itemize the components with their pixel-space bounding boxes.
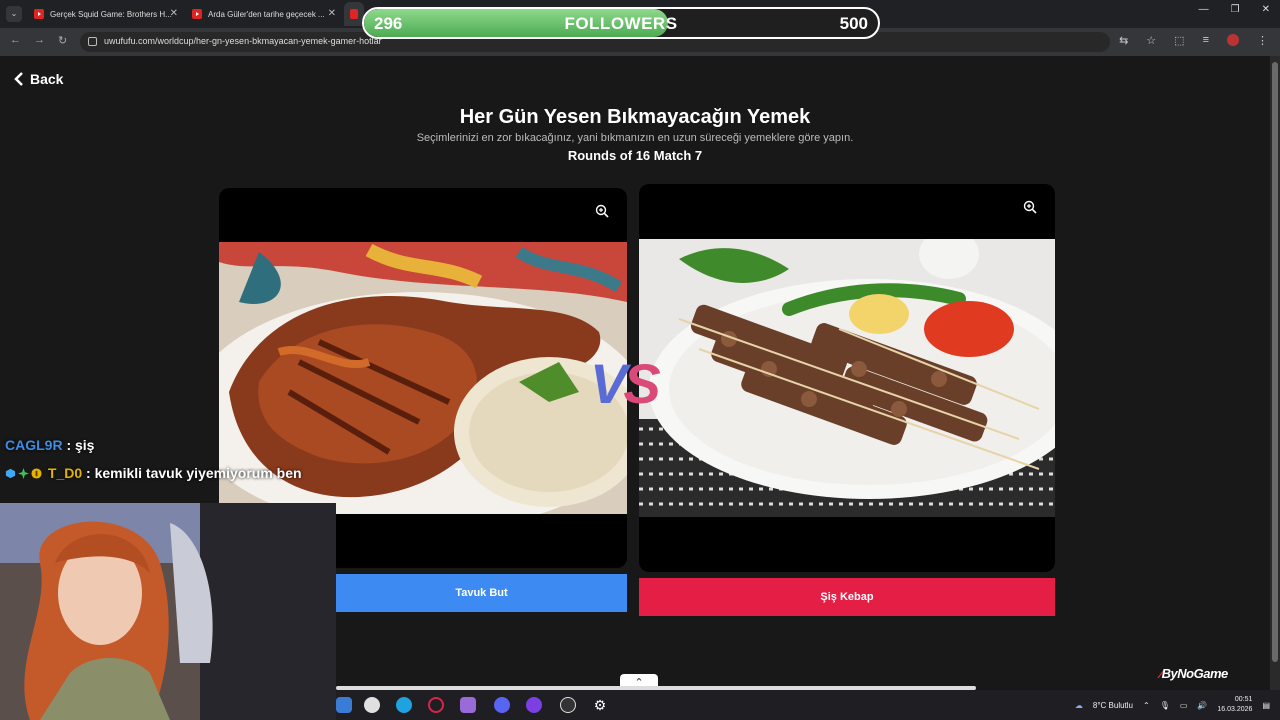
profile-avatar-icon[interactable] [1227, 34, 1239, 46]
copilot-icon[interactable] [460, 697, 476, 713]
reload-icon[interactable]: ↻ [58, 34, 67, 47]
choice-card-right[interactable] [639, 184, 1055, 572]
chat-text: : kemikli tavuk yiyemiyorum ben [86, 465, 302, 481]
network-icon[interactable]: ▭ [1180, 701, 1188, 710]
tab-title: Gerçek Squid Game: Brothers H... [50, 9, 172, 19]
url-text: uwufufu.com/worldcup/her-gn-yesen-bkmaya… [104, 36, 382, 46]
translate-icon[interactable]: ⇆ [1119, 34, 1128, 47]
twitch-studio-icon[interactable] [526, 697, 542, 713]
restore-icon[interactable]: ❐ [1231, 4, 1240, 15]
back-button[interactable]: Back [14, 71, 63, 87]
bits-badge-icon [31, 468, 42, 479]
youtube-icon [192, 9, 202, 19]
versus-letter: S [623, 352, 660, 415]
menu-icon[interactable]: ⋮ [1257, 34, 1268, 47]
round-info: Rounds of 16 Match 7 [567, 148, 703, 163]
chat-message: CAGL9R : şiş [5, 437, 94, 453]
cube-badge-icon [5, 468, 16, 479]
minimize-icon[interactable]: — [1199, 4, 1209, 15]
browser-tab[interactable]: Arda Güler'den tarihe geçecek ... ✕ [186, 2, 342, 26]
weather-icon[interactable]: ☁ [1075, 701, 1083, 710]
weather-text[interactable]: 8°C Bulutlu [1093, 701, 1133, 710]
opera-icon[interactable] [428, 697, 444, 713]
tray-overflow-icon[interactable]: ⌃ [1143, 701, 1150, 710]
window-controls: — ❐ ✕ [1199, 4, 1270, 15]
scrollbar-thumb[interactable] [1272, 62, 1278, 662]
screen: { "browser": { "tabs": [ {"title": "Gerç… [0, 0, 1280, 720]
browser-tab-active[interactable] [344, 2, 364, 26]
choice-button-right[interactable]: Şiş Kebap [639, 578, 1055, 616]
close-tab-icon[interactable]: ✕ [328, 8, 336, 19]
toolbar-icons: ⇆ ☆ ⬚ ≡ ⋮ [1119, 34, 1268, 47]
settings-gear-icon[interactable]: ⚙ [592, 697, 608, 713]
clock[interactable]: 00:51 16.03.2026 [1217, 695, 1252, 715]
discord-icon[interactable] [494, 697, 510, 713]
volume-icon[interactable]: 🔊 [1197, 701, 1207, 710]
back-label: Back [30, 71, 64, 87]
tab-title: Arda Güler'den tarihe geçecek ... [208, 9, 325, 19]
back-arrow-icon[interactable]: ← [10, 34, 21, 46]
choice-button-left[interactable]: Tavuk But [336, 574, 627, 612]
page-title: Her Gün Yesen Bıkmayacağın Yemek [459, 106, 811, 128]
microphone-icon[interactable]: 🎙 [1160, 701, 1170, 710]
site-info-icon[interactable] [88, 37, 97, 46]
browser-tab[interactable]: Gerçek Squid Game: Brothers H... ✕ [28, 2, 184, 26]
files-app-icon[interactable] [336, 697, 352, 713]
webcam-feed [0, 503, 336, 720]
chevron-left-icon [14, 72, 23, 86]
tab-list-button[interactable]: ⌄ [6, 6, 22, 22]
bookmark-star-icon[interactable]: ☆ [1146, 34, 1156, 47]
media-icon[interactable]: ≡ [1203, 34, 1209, 47]
forward-arrow-icon[interactable]: → [34, 34, 45, 46]
youtube-icon [34, 9, 44, 19]
clock-time: 00:51 [1234, 696, 1253, 703]
close-tab-icon[interactable]: ✕ [170, 8, 178, 19]
obs-icon[interactable] [560, 697, 576, 713]
extensions-icon[interactable]: ⬚ [1174, 34, 1184, 47]
bynogame-logo: ⁄ByNoGame [1160, 666, 1228, 681]
chat-message: T_D0 : kemikli tavuk yiyemiyorum ben [5, 465, 302, 481]
close-window-icon[interactable]: ✕ [1262, 4, 1270, 15]
logo-text: ByNoGame [1161, 666, 1229, 681]
chat-username: CAGL9R [5, 437, 63, 453]
page-subtitle: Seçimlerinizi en zor bıkacağınız, yani b… [416, 132, 854, 144]
notifications-icon[interactable]: ▤ [1262, 701, 1270, 710]
chrome-icon[interactable] [364, 697, 380, 713]
clock-date: 16.03.2026 [1217, 706, 1253, 713]
star-badge-icon [18, 468, 29, 479]
versus-label: VS [590, 351, 661, 416]
versus-letter: V [590, 352, 627, 415]
followers-label: FOLLOWERS [564, 14, 678, 33]
chat-username: T_D0 [47, 465, 83, 481]
system-tray: ☁ 8°C Bulutlu ⌃ 🎙 ▭ 🔊 00:51 16.03.2026 ▤ [1075, 695, 1270, 715]
zoom-icon[interactable] [595, 204, 609, 218]
shish-kebab-image [639, 239, 1055, 517]
uwufufu-icon [350, 9, 358, 19]
followers-goal-bar: 296 FOLLOWERS 500 [362, 7, 880, 39]
chat-text: : şiş [66, 437, 95, 453]
zoom-icon[interactable] [1023, 200, 1037, 214]
followers-target: 500 [839, 14, 868, 33]
windows-taskbar: ⚙ ☁ 8°C Bulutlu ⌃ 🎙 ▭ 🔊 00:51 16.03.2026… [336, 690, 1280, 720]
edge-icon[interactable] [396, 697, 412, 713]
vertical-scrollbar[interactable] [1270, 56, 1280, 690]
